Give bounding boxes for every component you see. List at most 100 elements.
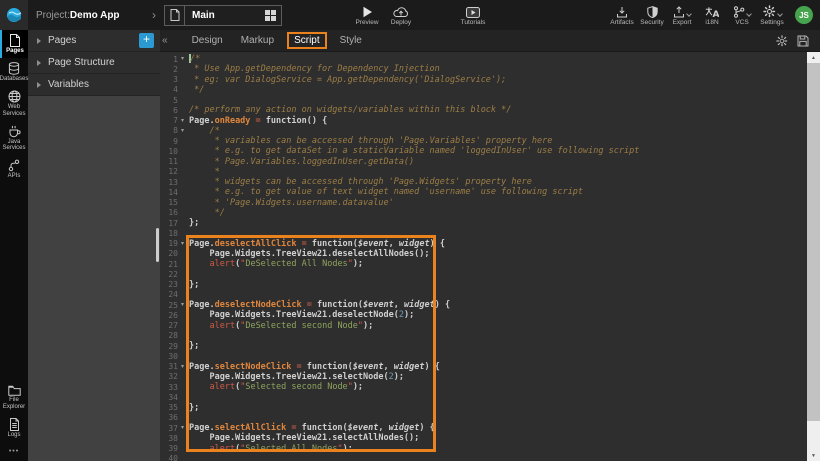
line-number[interactable]: 7▾ bbox=[160, 116, 187, 126]
line-number[interactable]: 10 bbox=[160, 146, 187, 156]
line-number[interactable]: 29 bbox=[160, 341, 187, 351]
settings-button[interactable]: Settings bbox=[759, 0, 785, 30]
code-line[interactable]: /* bbox=[187, 54, 807, 64]
tutorials-button[interactable]: Tutorials bbox=[460, 0, 486, 30]
code-line[interactable]: }; bbox=[187, 341, 807, 351]
vcs-button[interactable]: VCS bbox=[729, 0, 755, 30]
code-line[interactable]: }; bbox=[187, 403, 807, 413]
line-number[interactable]: 1▾ bbox=[160, 54, 187, 64]
code-line[interactable] bbox=[187, 454, 807, 461]
preview-button[interactable]: Preview bbox=[354, 0, 380, 30]
line-number[interactable]: 33 bbox=[160, 382, 187, 392]
code-line[interactable]: alert("DeSelected second Node"); bbox=[187, 321, 807, 331]
code-line[interactable]: * e.g. to get value of text widget named… bbox=[187, 187, 807, 197]
add-page-button[interactable]: + bbox=[139, 33, 154, 48]
line-number[interactable]: 37▾ bbox=[160, 423, 187, 433]
line-number[interactable]: 21 bbox=[160, 259, 187, 269]
line-number[interactable]: 14 bbox=[160, 187, 187, 197]
fold-caret-icon[interactable]: ▾ bbox=[178, 126, 187, 136]
code-line[interactable]: /* bbox=[187, 126, 807, 136]
line-number[interactable]: 4 bbox=[160, 85, 187, 95]
line-number[interactable]: 2 bbox=[160, 64, 187, 74]
editor-scrollbar[interactable]: ▲ ▼ bbox=[807, 52, 820, 461]
script-editor[interactable]: 1▾234567▾8▾910111213141516171819▾2021222… bbox=[160, 52, 820, 461]
sidebar-section-variables[interactable]: Variables bbox=[28, 74, 160, 96]
i18n-button[interactable]: A i18N bbox=[699, 0, 725, 30]
sidebar-scrollbar[interactable] bbox=[156, 228, 159, 262]
fold-caret-icon[interactable]: ▾ bbox=[178, 239, 187, 249]
user-avatar[interactable]: JS bbox=[795, 6, 813, 24]
tab-markup[interactable]: Markup bbox=[232, 33, 283, 48]
code-line[interactable] bbox=[187, 351, 807, 361]
code-line[interactable] bbox=[187, 413, 807, 423]
fold-caret-icon[interactable]: ▾ bbox=[178, 116, 187, 126]
code-line[interactable]: * Use App.getDependency for Dependency I… bbox=[187, 64, 807, 74]
code-line[interactable]: }; bbox=[187, 218, 807, 228]
line-number[interactable]: 39 bbox=[160, 444, 187, 454]
line-number[interactable]: 27 bbox=[160, 321, 187, 331]
line-number[interactable]: 3 bbox=[160, 75, 187, 85]
line-number[interactable]: 17 bbox=[160, 218, 187, 228]
rail-more-button[interactable]: ••• bbox=[0, 442, 28, 461]
breadcrumb-chevron-icon[interactable]: › bbox=[152, 8, 156, 22]
security-button[interactable]: Security bbox=[639, 0, 665, 30]
line-number[interactable]: 40 bbox=[160, 454, 187, 461]
artifacts-button[interactable]: Artifacts bbox=[609, 0, 635, 30]
rail-item-file-explorer[interactable]: File Explorer bbox=[0, 381, 28, 414]
code-line[interactable] bbox=[187, 331, 807, 341]
line-number[interactable]: 36 bbox=[160, 413, 187, 423]
tab-script[interactable]: Script bbox=[287, 32, 327, 49]
line-number[interactable]: 18 bbox=[160, 228, 187, 238]
fold-caret-icon[interactable]: ▾ bbox=[178, 423, 187, 433]
line-number[interactable]: 31▾ bbox=[160, 362, 187, 372]
save-icon[interactable] bbox=[797, 35, 809, 47]
fold-caret-icon[interactable]: ▾ bbox=[178, 362, 187, 372]
script-settings-gear-icon[interactable] bbox=[776, 35, 788, 47]
code-line[interactable]: * 'Page.Widgets.username.datavalue' bbox=[187, 198, 807, 208]
code-line[interactable]: }; bbox=[187, 280, 807, 290]
scroll-thumb[interactable] bbox=[807, 63, 820, 421]
line-number[interactable]: 6 bbox=[160, 105, 187, 115]
rail-item-web-services[interactable]: Web Services bbox=[0, 86, 28, 121]
deploy-button[interactable]: Deploy bbox=[388, 0, 414, 30]
code-line[interactable]: alert("DeSelected All Nodes"); bbox=[187, 259, 807, 269]
app-logo[interactable] bbox=[0, 0, 28, 30]
scroll-up-icon[interactable]: ▲ bbox=[807, 52, 820, 63]
line-number[interactable]: 19▾ bbox=[160, 239, 187, 249]
line-number[interactable]: 32 bbox=[160, 372, 187, 382]
code-line[interactable]: alert("Selected All Nodes"); bbox=[187, 444, 807, 454]
line-number[interactable]: 22 bbox=[160, 269, 187, 279]
line-number[interactable]: 26 bbox=[160, 310, 187, 320]
sidebar-section-page-structure[interactable]: Page Structure bbox=[28, 52, 160, 74]
code-line[interactable] bbox=[187, 392, 807, 402]
code-line[interactable]: Page.Widgets.TreeView21.selectAllNodes()… bbox=[187, 433, 807, 443]
rail-item-apis[interactable]: APIs bbox=[0, 155, 28, 183]
page-grid-icon[interactable] bbox=[265, 10, 276, 21]
code-line[interactable]: Page.Widgets.TreeView21.selectNode(2); bbox=[187, 372, 807, 382]
line-number[interactable]: 5 bbox=[160, 95, 187, 105]
rail-item-java-services[interactable]: Java Services bbox=[0, 121, 28, 156]
scroll-down-icon[interactable]: ▼ bbox=[807, 450, 820, 461]
line-number[interactable]: 12 bbox=[160, 167, 187, 177]
code-line[interactable]: Page.deselectNodeClick = function($event… bbox=[187, 300, 807, 310]
code-line[interactable] bbox=[187, 269, 807, 279]
code-line[interactable]: Page.onReady = function() { bbox=[187, 116, 807, 126]
line-number[interactable]: 23 bbox=[160, 280, 187, 290]
fold-caret-icon[interactable]: ▾ bbox=[178, 54, 187, 64]
line-number[interactable]: 35 bbox=[160, 403, 187, 413]
tab-design[interactable]: Design bbox=[183, 33, 232, 48]
code-line[interactable]: */ bbox=[187, 85, 807, 95]
code-line[interactable]: Page.Widgets.TreeView21.deselectAllNodes… bbox=[187, 249, 807, 259]
line-number[interactable]: 9 bbox=[160, 136, 187, 146]
line-number[interactable]: 28 bbox=[160, 331, 187, 341]
code-line[interactable] bbox=[187, 95, 807, 105]
line-number[interactable]: 15 bbox=[160, 198, 187, 208]
line-number[interactable]: 16 bbox=[160, 208, 187, 218]
code-line[interactable]: Page.deselectAllClick = function($event,… bbox=[187, 239, 807, 249]
fold-caret-icon[interactable]: ▾ bbox=[178, 300, 187, 310]
line-number[interactable]: 38 bbox=[160, 433, 187, 443]
rail-item-pages[interactable]: Pages bbox=[0, 30, 28, 58]
code-line[interactable]: Page.selectNodeClick = function($event, … bbox=[187, 362, 807, 372]
code-line[interactable] bbox=[187, 228, 807, 238]
line-number[interactable]: 30 bbox=[160, 351, 187, 361]
